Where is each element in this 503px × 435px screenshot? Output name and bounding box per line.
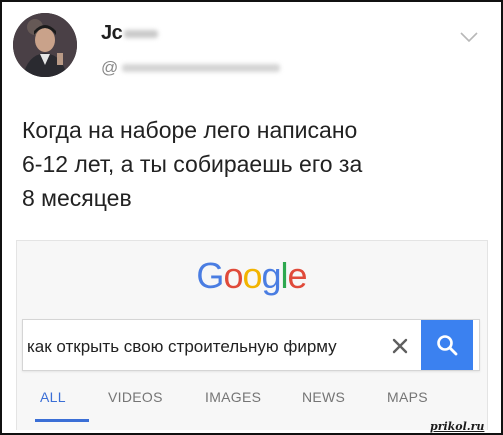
- logo-letter: e: [287, 255, 308, 296]
- google-logo: Google: [0, 255, 503, 297]
- tab-videos[interactable]: VIDEOS: [108, 389, 163, 405]
- tweet-line: 6-12 лет, а ты собираешь его за: [22, 151, 363, 177]
- tweet-line: Когда на наборе лего написано: [22, 117, 358, 143]
- tab-all[interactable]: ALL: [40, 389, 66, 405]
- active-tab-indicator: [35, 419, 89, 422]
- search-button[interactable]: [421, 320, 473, 370]
- blurred-handle: [122, 64, 280, 72]
- author-name[interactable]: Jс: [101, 22, 123, 45]
- search-input[interactable]: [27, 337, 387, 357]
- tab-news[interactable]: NEWS: [302, 389, 345, 405]
- blurred-name: [124, 30, 158, 38]
- tweet-text: Когда на наборе лего написано 6-12 лет, …: [22, 113, 492, 215]
- avatar-photo-icon: [13, 13, 77, 77]
- chevron-down-icon[interactable]: [459, 30, 479, 44]
- close-icon[interactable]: [390, 336, 410, 356]
- logo-letter: o: [242, 255, 262, 296]
- logo-letter: g: [261, 255, 282, 296]
- logo-letter: G: [196, 255, 224, 296]
- tweet-line: 8 месяцев: [22, 185, 132, 211]
- logo-letter: o: [223, 255, 243, 296]
- logo-letter: l: [280, 255, 289, 296]
- search-icon: [437, 335, 458, 356]
- avatar[interactable]: [13, 13, 77, 77]
- tab-maps[interactable]: MAPS: [387, 389, 428, 405]
- author-handle[interactable]: @: [101, 58, 118, 78]
- search-tabs: ALL VIDEOS IMAGES NEWS MAPS: [22, 385, 480, 425]
- watermark: prikol.ru: [430, 420, 485, 433]
- tab-images[interactable]: IMAGES: [205, 389, 261, 405]
